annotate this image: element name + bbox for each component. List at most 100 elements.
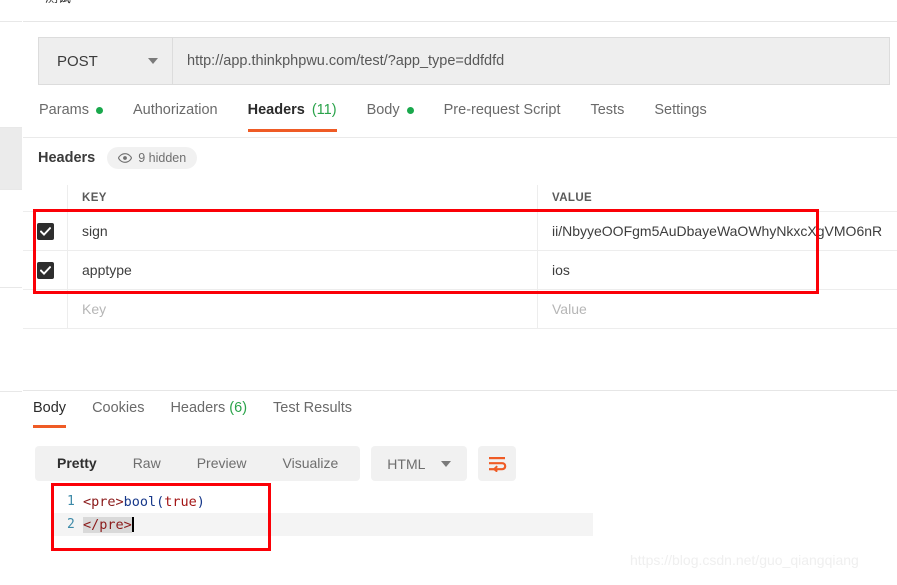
view-mode-group: Pretty Raw Preview Visualize [35, 446, 361, 481]
hidden-headers-label: 9 hidden [138, 151, 187, 165]
format-label: HTML [387, 455, 426, 472]
code-line-text: </pre> [83, 516, 132, 533]
active-tab-underline [33, 425, 67, 428]
tab-label: Pre-request Script [443, 102, 561, 118]
tab-count: (6) [229, 400, 248, 416]
rail-segment[interactable] [0, 288, 22, 392]
breadcrumb: ▶ 测试 [23, 0, 897, 22]
code-token-tag: <pre> [83, 493, 124, 510]
rail-segment[interactable] [0, 22, 22, 128]
tab-authorization[interactable]: Authorization [133, 100, 218, 132]
tab-count: (11) [311, 102, 337, 118]
postman-window: ▶ 测试 POST http://app.thinkphpwu.com/test… [0, 0, 897, 585]
rail-segment[interactable] [0, 0, 22, 22]
eye-icon [118, 153, 133, 163]
tab-label: Body [366, 102, 400, 118]
row-checkbox[interactable] [36, 222, 54, 240]
url-input[interactable]: http://app.thinkphpwu.com/test/?app_type… [172, 37, 890, 85]
row-value-cell[interactable]: ii/NbyyeOOFgm5AuDbayeWaOWhyNkxcXgVMO6nR [538, 212, 897, 250]
table-row[interactable]: sign ii/NbyyeOOFgm5AuDbayeWaOWhyNkxcXgVM… [23, 212, 897, 251]
tab-label: Settings [654, 102, 707, 118]
tab-label: Headers [170, 400, 226, 416]
tab-body[interactable]: Body [367, 100, 414, 132]
http-method-label: POST [57, 52, 98, 70]
response-body-code[interactable]: 1 <pre>bool(true) 2 </pre> [53, 490, 593, 536]
headers-panel-header: Headers 9 hidden [38, 147, 198, 169]
new-value-placeholder: Value [552, 301, 587, 317]
request-tabs: Params Authorization Headers (11) Body P… [23, 100, 897, 138]
tab-pre-request-script[interactable]: Pre-request Script [444, 100, 561, 132]
view-mode-visualize[interactable]: Visualize [265, 446, 357, 481]
row-checkbox-cell[interactable] [23, 251, 68, 289]
http-method-selector[interactable]: POST [38, 37, 172, 85]
row-value-cell[interactable]: ios [538, 251, 897, 289]
column-header-key: KEY [82, 192, 107, 204]
rail-segment-active[interactable] [0, 128, 22, 190]
header-cell-key: KEY [68, 185, 538, 211]
view-mode-pretty[interactable]: Pretty [39, 446, 115, 481]
caret-down-icon [441, 460, 452, 467]
line-number: 1 [67, 494, 75, 509]
row-key-cell[interactable]: sign [68, 212, 538, 250]
code-token-fn: bool( [123, 493, 165, 510]
header-cell-value: VALUE [538, 185, 897, 211]
tab-label: Cookies [92, 400, 145, 416]
tab-label: Headers [247, 102, 305, 118]
text-cursor [131, 517, 134, 532]
row-checkbox[interactable] [36, 261, 54, 279]
response-tab-headers[interactable]: Headers (6) [170, 398, 247, 428]
response-tab-cookies[interactable]: Cookies [92, 398, 144, 428]
url-text: http://app.thinkphpwu.com/test/?app_type… [187, 53, 505, 69]
row-value-text: ii/NbyyeOOFgm5AuDbayeWaOWhyNkxcXgVMO6nR [552, 223, 883, 239]
table-header-row: KEY VALUE [23, 185, 897, 212]
row-key-cell[interactable]: apptype [68, 251, 538, 289]
table-row[interactable]: apptype ios [23, 251, 897, 290]
table-row-new[interactable]: Key Value [23, 290, 897, 329]
word-wrap-icon [488, 456, 507, 472]
line-number: 2 [67, 517, 75, 532]
response-tab-test-results[interactable]: Test Results [273, 398, 352, 428]
word-wrap-button[interactable] [478, 446, 517, 481]
tab-tests[interactable]: Tests [590, 100, 624, 132]
column-header-value: VALUE [552, 192, 593, 204]
tab-label: Body [33, 400, 67, 416]
headers-title: Headers [38, 150, 96, 166]
response-divider [23, 390, 897, 391]
left-sidebar-rail [0, 0, 22, 585]
caret-down-icon [148, 58, 158, 64]
view-mode-preview[interactable]: Preview [179, 446, 265, 481]
tab-settings[interactable]: Settings [654, 100, 706, 132]
row-key-text: sign [82, 223, 108, 239]
rail-segment[interactable] [0, 190, 22, 288]
response-tabs: Body Cookies Headers (6) Test Results [23, 398, 378, 428]
headers-table: KEY VALUE sign ii/NbyyeOOFgm5AuDbayeWaOW… [23, 185, 897, 329]
new-key-placeholder: Key [82, 301, 107, 317]
hidden-headers-toggle[interactable]: 9 hidden [107, 147, 198, 169]
breadcrumb-label: 测试 [45, 0, 71, 6]
tab-label: Tests [590, 102, 625, 118]
response-tab-body[interactable]: Body [33, 398, 67, 428]
tab-label: Params [39, 102, 89, 118]
row-checkbox-cell-empty [23, 290, 68, 328]
code-line: 2 </pre> [53, 513, 593, 536]
header-cell-check [23, 185, 68, 211]
response-viewer-toolbar: Pretty Raw Preview Visualize HTML [35, 446, 517, 481]
check-icon [39, 265, 51, 275]
status-dot-icon [95, 106, 103, 114]
tab-label: Test Results [273, 400, 353, 416]
watermark: https://blog.csdn.net/guo_qiangqiang [630, 552, 859, 568]
active-tab-underline [247, 129, 337, 132]
row-value-text: ios [552, 262, 570, 278]
tab-headers[interactable]: Headers (11) [247, 100, 337, 132]
new-key-input[interactable]: Key [68, 290, 538, 328]
rail-segment[interactable] [0, 392, 22, 585]
code-line-text: <pre>bool(true) [83, 494, 205, 510]
request-bar: POST http://app.thinkphpwu.com/test/?app… [38, 37, 890, 85]
view-mode-raw[interactable]: Raw [115, 446, 179, 481]
format-selector[interactable]: HTML [371, 446, 468, 481]
new-value-input[interactable]: Value [538, 290, 897, 328]
row-checkbox-cell[interactable] [23, 212, 68, 250]
tab-params[interactable]: Params [39, 100, 103, 132]
tab-label: Authorization [132, 102, 218, 118]
code-token-paren: ) [196, 493, 205, 510]
